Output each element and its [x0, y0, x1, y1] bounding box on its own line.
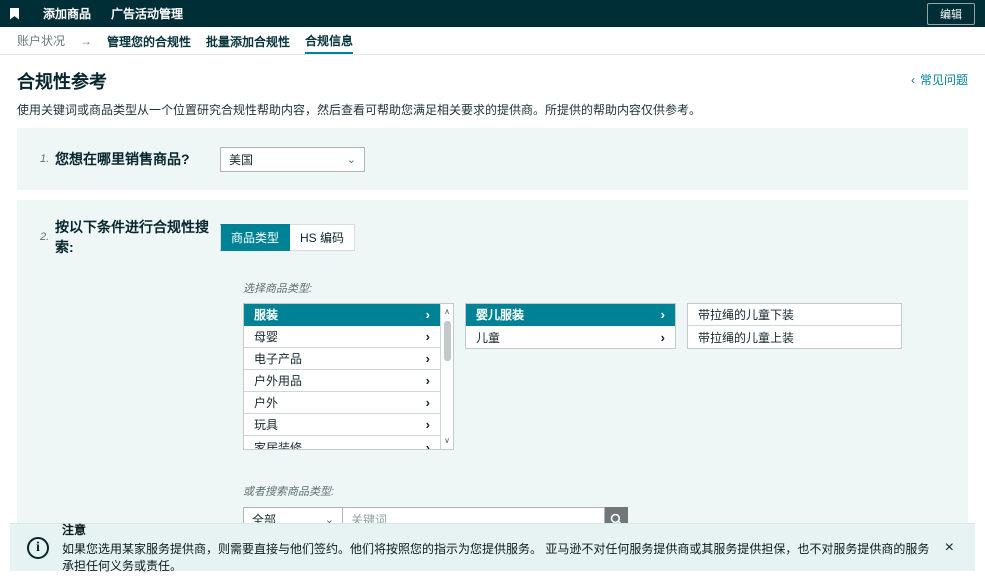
chevron-right-icon: › — [426, 440, 430, 450]
chevron-right-icon: › — [661, 307, 665, 322]
step1-number: 1. — [17, 153, 55, 165]
tab-hs-code[interactable]: HS 编码 — [290, 224, 355, 251]
subcategory-item-children[interactable]: 儿童 › — [466, 326, 675, 348]
breadcrumb-arrow-icon: → — [80, 34, 92, 48]
search-mode-toggle: 商品类型 HS 编码 — [220, 224, 355, 251]
category-item-baby[interactable]: 母婴 › — [244, 326, 440, 348]
category-item-home-improvement[interactable]: 家居装修 › — [244, 436, 440, 449]
chevron-right-icon: › — [426, 351, 430, 366]
breadcrumb-account-health[interactable]: 账户状况 — [17, 32, 65, 49]
chevron-right-icon: › — [426, 307, 430, 322]
bookmark-icon[interactable] — [10, 8, 19, 20]
keyword-search-label: 或者搜索商品类型: — [243, 483, 968, 499]
tab-product-type[interactable]: 商品类型 — [220, 224, 290, 251]
chevron-left-icon: ‹ — [911, 73, 915, 87]
page-description: 使用关键词或商品类型从一个位置研究合规性帮助内容，然后查看可帮助您满足相关要求的… — [17, 101, 968, 118]
leaf-item-drawstring-bottoms[interactable]: 带拉绳的儿童下装 — [688, 304, 901, 326]
chevron-right-icon: › — [426, 417, 430, 432]
category-list: 服装 › 母婴 › 电子产品 › — [243, 303, 454, 450]
chevron-right-icon: › — [426, 373, 430, 388]
step2-card: 2. 按以下条件进行合规性搜索: 商品类型 HS 编码 选择商品类型: 服装 — [17, 200, 968, 558]
breadcrumb: 账户状况 → 管理您的合规性 批量添加合规性 合规信息 — [0, 27, 985, 55]
notice-body: 如果您选用某家服务提供商，则需要直接与他们签约。他们将按照您的指示为您提供服务。… — [62, 540, 941, 574]
category-columns: 服装 › 母婴 › 电子产品 › — [243, 303, 968, 450]
top-navigation-bar: 添加商品 广告活动管理 编辑 — [0, 0, 985, 27]
info-icon: i — [27, 537, 49, 559]
scroll-down-icon[interactable]: ∨ — [444, 435, 450, 447]
scroll-up-icon[interactable]: ∧ — [444, 306, 450, 318]
main-content: 合规性参考 ‹常见问题 使用关键词或商品类型从一个位置研究合规性帮助内容，然后查… — [0, 68, 985, 558]
step1-card: 1. 您想在哪里销售商品? 美国 ⌄ — [17, 128, 968, 190]
service-provider-notice: i 注意 如果您选用某家服务提供商，则需要直接与他们签约。他们将按照您的指示为您… — [10, 523, 975, 571]
category-item-apparel[interactable]: 服装 › — [244, 304, 440, 326]
category-item-electronics[interactable]: 电子产品 › — [244, 348, 440, 370]
category-picker-label: 选择商品类型: — [243, 280, 968, 296]
chevron-right-icon: › — [661, 330, 665, 345]
page-title: 合规性参考 — [17, 68, 107, 94]
chevron-right-icon: › — [426, 329, 430, 344]
notice-title: 注意 — [62, 521, 941, 538]
chevron-down-icon: ⌄ — [347, 153, 356, 166]
step2-question: 按以下条件进行合规性搜索: — [55, 217, 220, 257]
edit-button[interactable]: 编辑 — [927, 3, 975, 25]
scrollbar-thumb[interactable] — [444, 321, 451, 361]
step2-number: 2. — [17, 231, 55, 243]
faq-link[interactable]: ‹常见问题 — [911, 71, 968, 88]
nav-campaign-manager[interactable]: 广告活动管理 — [111, 5, 183, 22]
tab-bulk-add-compliance[interactable]: 批量添加合规性 — [206, 28, 290, 53]
subcategory-list: 婴儿服装 › 儿童 › — [465, 303, 676, 349]
tab-manage-compliance[interactable]: 管理您的合规性 — [107, 28, 191, 53]
marketplace-select[interactable]: 美国 ⌄ — [220, 147, 365, 172]
close-icon[interactable]: × — [941, 540, 958, 556]
step1-question: 您想在哪里销售商品? — [55, 149, 220, 169]
category-item-outdoors[interactable]: 户外 › — [244, 392, 440, 414]
category-list-scrollbar[interactable]: ∧ ∨ — [440, 304, 453, 449]
compliance-reference-page: 添加商品 广告活动管理 编辑 账户状况 → 管理您的合规性 批量添加合规性 合规… — [0, 0, 985, 582]
leaf-category-list: 带拉绳的儿童下装 带拉绳的儿童上装 — [687, 303, 902, 349]
chevron-right-icon: › — [426, 395, 430, 410]
category-item-toys[interactable]: 玩具 › — [244, 414, 440, 436]
tab-compliance-info[interactable]: 合规信息 — [305, 27, 353, 54]
nav-add-products[interactable]: 添加商品 — [43, 5, 91, 22]
leaf-item-drawstring-tops[interactable]: 带拉绳的儿童上装 — [688, 326, 901, 348]
subcategory-item-baby-apparel[interactable]: 婴儿服装 › — [466, 304, 675, 326]
marketplace-select-value: 美国 — [229, 151, 253, 168]
category-item-outdoor-gear[interactable]: 户外用品 › — [244, 370, 440, 392]
